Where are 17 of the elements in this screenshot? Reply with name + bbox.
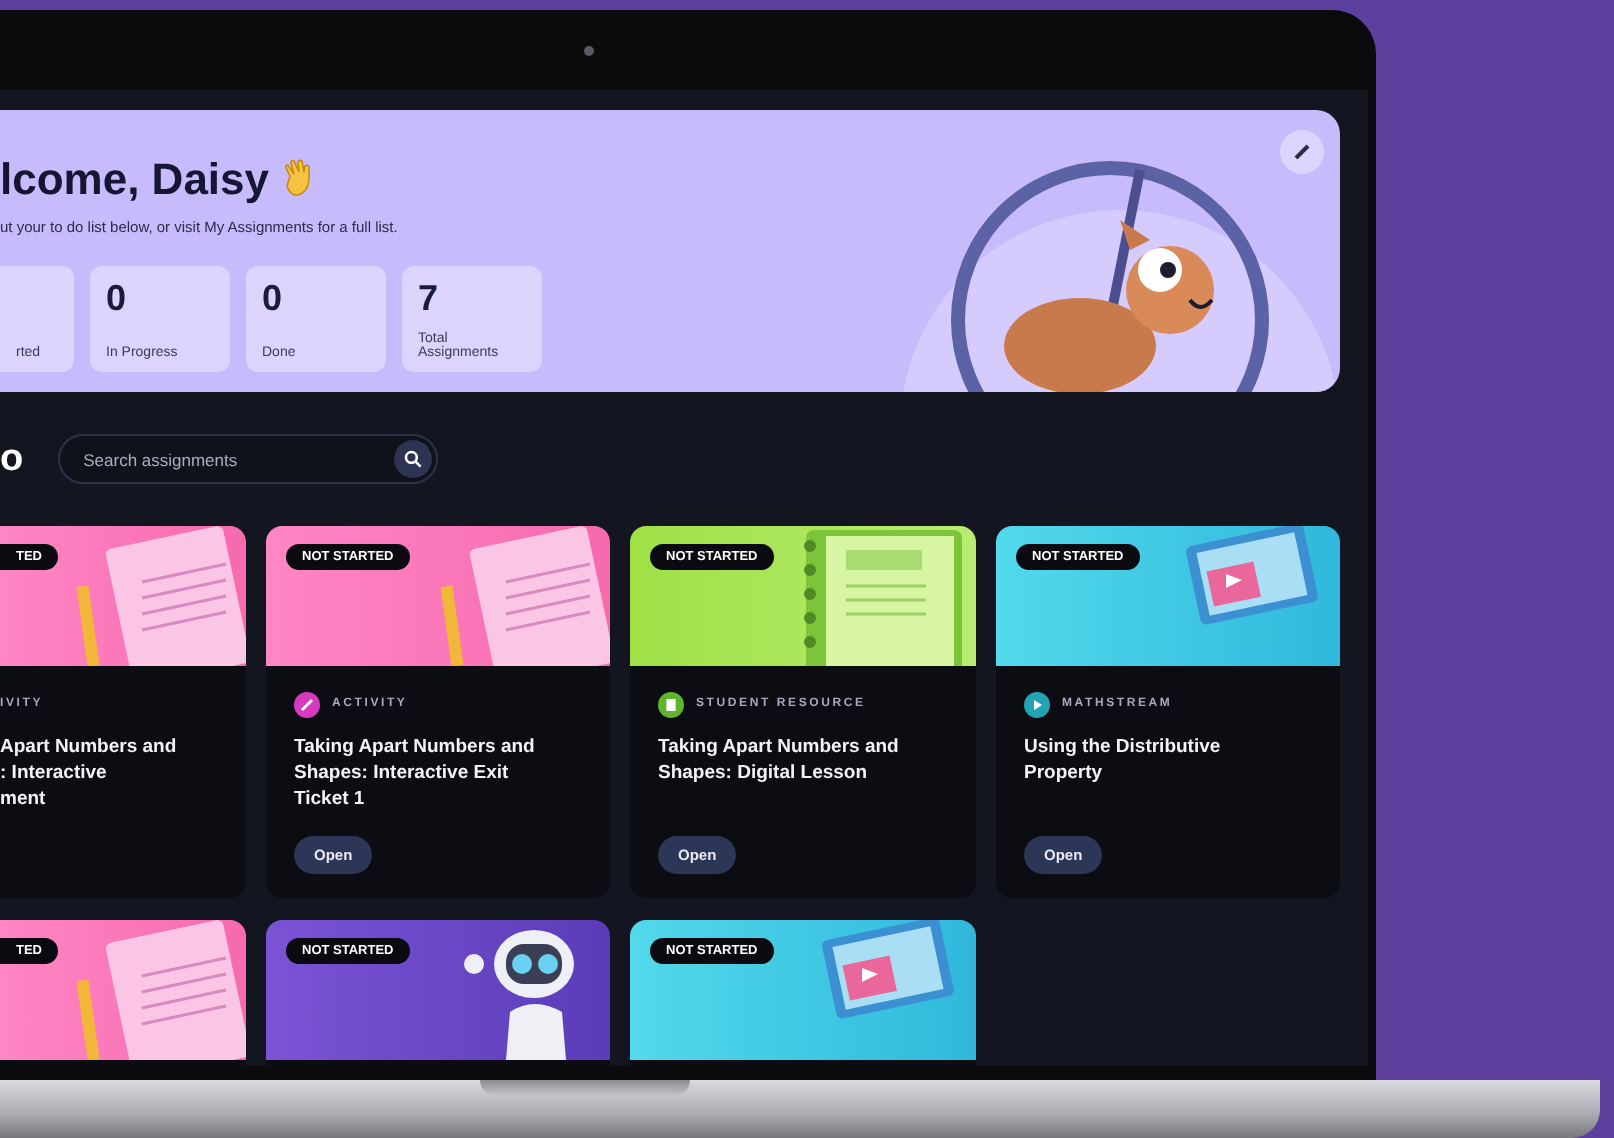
- camera-icon: [583, 45, 593, 55]
- search-icon: [403, 450, 422, 468]
- pencil-icon: [1292, 142, 1312, 162]
- search-field[interactable]: Search assignments: [57, 434, 438, 484]
- stat-value: 7: [418, 278, 441, 320]
- edit-button[interactable]: [1280, 130, 1324, 174]
- card-title: Taking Apart Numbers and Shapes: Digital Lesson: [658, 734, 901, 786]
- document-icon: [658, 691, 684, 717]
- welcome-title: lcome, Daisy: [0, 154, 270, 204]
- section-heading: o: [0, 437, 24, 481]
- card-title: Using the Distributive Property: [1024, 734, 1223, 786]
- stat-value: 0: [106, 278, 129, 320]
- stat-value: 0: [262, 278, 285, 320]
- play-icon: [1024, 691, 1050, 717]
- activity-pencil-icon: [294, 691, 320, 717]
- card-title: Taking Apart Numbers and Shapes: Interactive Exit Ticket 1: [294, 734, 537, 812]
- card-title: Apart Numbers and : Interactive ment: [0, 734, 179, 812]
